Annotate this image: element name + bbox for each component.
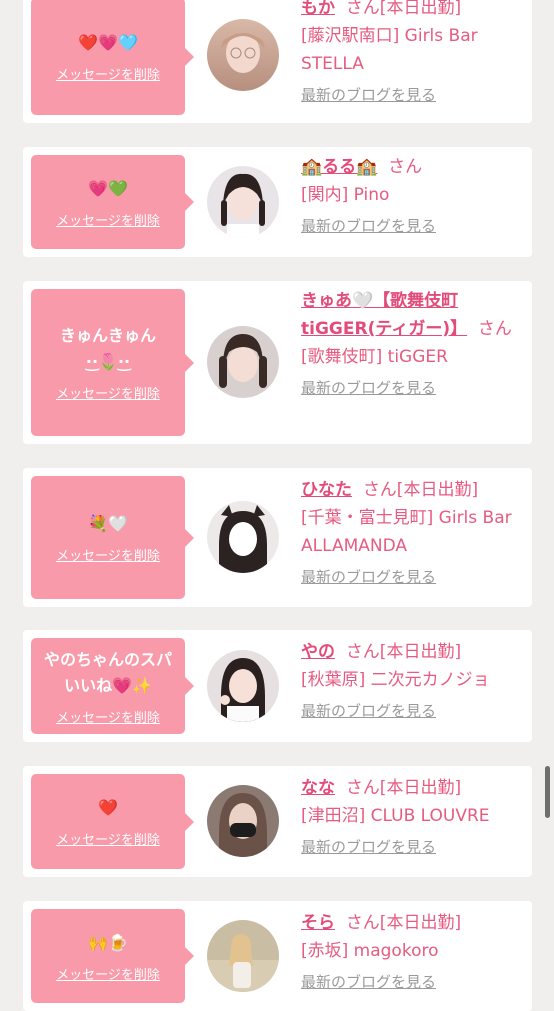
- profile-info: もか さん[本日出勤] [藤沢駅南口] Girls Bar STELLA 最新の…: [301, 0, 521, 105]
- shop-name: [千葉・富士見町] Girls Bar ALLAMANDA: [301, 508, 512, 556]
- message-bubble: きゅんきゅん ·͜·🌷·͜· メッセージを削除: [31, 289, 194, 436]
- avatar[interactable]: [207, 166, 279, 238]
- profile-suffix: さん: [388, 157, 423, 177]
- latest-blog-link[interactable]: 最新のブログを見る: [301, 84, 436, 105]
- message-card: きゅんきゅん ·͜·🌷·͜· メッセージを削除 きゅあ🤍【歌舞伎町tiGGER(…: [23, 281, 532, 444]
- scrollbar-thumb[interactable]: [545, 766, 550, 818]
- message-text: 🙌🍺: [88, 932, 128, 952]
- avatar[interactable]: [207, 19, 279, 91]
- latest-blog-link[interactable]: 最新のブログを見る: [301, 836, 436, 857]
- message-card: 💐🤍 メッセージを削除 ひなた さん[本日出勤] [千葉・富士見町] Girls…: [23, 468, 532, 607]
- delete-message-link[interactable]: メッセージを削除: [56, 707, 160, 726]
- avatar[interactable]: [207, 785, 279, 857]
- message-card: ❤️💗🩵 メッセージを削除 もか さん[本日出勤] [藤沢駅南口] Girls …: [23, 0, 532, 123]
- avatar[interactable]: [207, 650, 279, 722]
- delete-message-link[interactable]: メッセージを削除: [56, 545, 160, 564]
- message-text: やのちゃんのスパいいね💗✨: [43, 649, 172, 695]
- latest-blog-link[interactable]: 最新のブログを見る: [301, 971, 436, 992]
- shop-name: [津田沼] CLUB LOUVRE: [301, 806, 490, 826]
- profile-info: やの さん[本日出勤] [秋葉原] 二次元カノジョ 最新のブログを見る: [301, 638, 521, 721]
- profile-name-link[interactable]: そら: [301, 913, 335, 933]
- profile-info: 🏫るる🏫 さん [関内] Pino 最新のブログを見る: [301, 153, 521, 236]
- profile-name-link[interactable]: ひなた: [301, 480, 352, 500]
- shop-name: [赤坂] magokoro: [301, 941, 439, 961]
- shop-name: [関内] Pino: [301, 185, 390, 205]
- profile-info: そら さん[本日出勤] [赤坂] magokoro 最新のブログを見る: [301, 909, 521, 992]
- avatar[interactable]: [207, 326, 279, 398]
- profile-suffix: さん[本日出勤]: [345, 778, 462, 798]
- profile-suffix: さん[本日出勤]: [345, 913, 462, 933]
- profile-info: ひなた さん[本日出勤] [千葉・富士見町] Girls Bar ALLAMAN…: [301, 476, 521, 587]
- profile-info: きゅあ🤍【歌舞伎町tiGGER(ティガー)】 さん [歌舞伎町] tiGGER …: [301, 287, 521, 398]
- profile-suffix: さん: [477, 319, 512, 339]
- shop-name: [歌舞伎町] tiGGER: [301, 347, 448, 367]
- message-bubble: ❤️ メッセージを削除: [31, 774, 194, 869]
- message-card: 🙌🍺 メッセージを削除 そら さん[本日出勤] [赤坂] magokoro 最新…: [23, 901, 532, 1011]
- message-bubble: 💗💚 メッセージを削除: [31, 155, 194, 249]
- message-text: ❤️💗🩵: [78, 33, 138, 52]
- message-bubble: 💐🤍 メッセージを削除: [31, 476, 194, 599]
- delete-message-link[interactable]: メッセージを削除: [56, 383, 160, 402]
- profile-suffix: さん[本日出勤]: [345, 0, 462, 18]
- message-card: ❤️ メッセージを削除 なな さん[本日出勤] [津田沼] CLUB LOUVR…: [23, 766, 532, 877]
- message-card: 💗💚 メッセージを削除 🏫るる🏫 さん [関内] Pino 最新のブログを見る: [23, 147, 532, 257]
- delete-message-link[interactable]: メッセージを削除: [56, 829, 160, 848]
- latest-blog-link[interactable]: 最新のブログを見る: [301, 700, 436, 721]
- message-text: 💗💚: [88, 178, 128, 198]
- avatar[interactable]: [207, 501, 279, 573]
- message-bubble: ❤️💗🩵 メッセージを削除: [31, 0, 194, 115]
- profile-suffix: さん[本日出勤]: [362, 480, 479, 500]
- message-card: やのちゃんのスパいいね💗✨ メッセージを削除 やの さん[本日出勤] [秋葉原]…: [23, 630, 532, 742]
- message-list: ❤️💗🩵 メッセージを削除 もか さん[本日出勤] [藤沢駅南口] Girls …: [0, 0, 554, 1011]
- message-text: ❤️: [98, 798, 118, 817]
- message-bubble: 🙌🍺 メッセージを削除: [31, 909, 194, 1003]
- profile-name-link[interactable]: 🏫るる🏫: [301, 157, 377, 177]
- shop-name: [藤沢駅南口] Girls Bar STELLA: [301, 26, 478, 74]
- shop-name: [秋葉原] 二次元カノジョ: [301, 670, 490, 690]
- profile-name-link[interactable]: もか: [301, 0, 335, 18]
- profile-name-link[interactable]: きゅあ🤍【歌舞伎町tiGGER(ティガー)】: [301, 291, 467, 339]
- latest-blog-link[interactable]: 最新のブログを見る: [301, 566, 436, 587]
- message-bubble: やのちゃんのスパいいね💗✨ メッセージを削除: [31, 638, 194, 734]
- latest-blog-link[interactable]: 最新のブログを見る: [301, 377, 436, 398]
- profile-suffix: さん[本日出勤]: [345, 642, 462, 662]
- profile-name-link[interactable]: やの: [301, 642, 335, 662]
- latest-blog-link[interactable]: 最新のブログを見る: [301, 215, 436, 236]
- delete-message-link[interactable]: メッセージを削除: [56, 964, 160, 983]
- delete-message-link[interactable]: メッセージを削除: [56, 64, 160, 83]
- profile-name-link[interactable]: なな: [301, 778, 335, 798]
- delete-message-link[interactable]: メッセージを削除: [56, 210, 160, 229]
- profile-info: なな さん[本日出勤] [津田沼] CLUB LOUVRE 最新のブログを見る: [301, 774, 521, 857]
- avatar[interactable]: [207, 920, 279, 992]
- message-text: 💐🤍: [88, 514, 128, 533]
- message-text: きゅんきゅん ·͜·🌷·͜·: [59, 326, 156, 371]
